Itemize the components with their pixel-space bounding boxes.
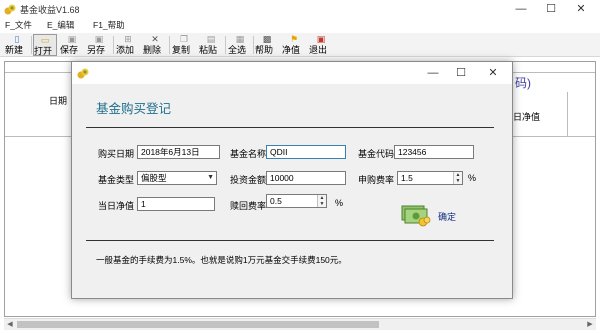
main-titlebar: 基金收益V1.68 — ☐ ✕	[0, 0, 600, 18]
paste-icon: ▤	[206, 34, 216, 44]
help-icon: ▩	[262, 34, 272, 44]
purchase-rate-field[interactable]: 1.5 ▲ ▼	[397, 171, 463, 185]
partial-header-text: 码)	[515, 76, 531, 90]
redeem-rate-label: 赎回费率	[230, 201, 267, 211]
column-header-date[interactable]: 日期	[49, 94, 67, 107]
app-logo-icon	[4, 4, 16, 15]
toolbar-new-label: 新建	[5, 45, 24, 55]
scrollbar-thumb[interactable]	[17, 321, 379, 328]
toolbar-add-button[interactable]: ⊞ 添加	[116, 34, 140, 56]
delete-icon: ✕	[151, 34, 159, 44]
toolbar-new-button[interactable]: ▯ 新建	[5, 34, 29, 56]
column-header-nav[interactable]: 日净值	[513, 110, 540, 123]
toolbar-nav-button[interactable]: ⚑ 净值	[282, 34, 306, 56]
maximize-button[interactable]: ☐	[536, 0, 566, 18]
toolbar-exit-button[interactable]: ▣ 退出	[309, 34, 333, 56]
toolbar-delete-button[interactable]: ✕ 删除	[143, 34, 167, 56]
toolbar-separator	[253, 36, 254, 54]
toolbar-select-all-label: 全选	[228, 45, 247, 55]
confirm-button-label[interactable]: 确定	[438, 210, 456, 223]
buy-date-label: 购买日期	[98, 149, 135, 159]
dialog-maximize-button[interactable]: ☐	[450, 64, 472, 82]
scroll-left-icon[interactable]: ◀	[4, 319, 16, 331]
note-divider	[86, 240, 494, 241]
toolbar-open-button[interactable]: ▭ 打开	[33, 34, 57, 56]
fund-type-select[interactable]: 偏股型 ▼	[137, 171, 217, 185]
nav-field[interactable]: 1	[137, 197, 215, 211]
toolbar-help-button[interactable]: ▩ 帮助	[255, 34, 279, 56]
redeem-rate-value: 0.5	[270, 196, 282, 206]
fund-name-field[interactable]: QDII	[266, 145, 346, 159]
close-button[interactable]: ✕	[566, 0, 596, 18]
menubar: F_文件 E_编辑 F1_帮助	[0, 17, 600, 32]
fee-note: 一般基金的手续费为1.5%。也就是说购1万元基金交手续费150元。	[96, 255, 347, 265]
exit-icon: ▣	[316, 34, 326, 44]
purchase-rate-spinner[interactable]: ▲ ▼	[453, 172, 462, 184]
fund-purchase-dialog: — ☐ ✕ 基金购买登记 购买日期 2018年6月13日 基金名称 QDII 基…	[71, 61, 513, 299]
grid-line	[567, 92, 568, 136]
amount-label: 投资金额	[230, 175, 267, 185]
minimize-button[interactable]: —	[506, 0, 536, 18]
redeem-rate-unit: %	[335, 198, 344, 208]
toolbar-separator	[225, 36, 226, 54]
toolbar-separator	[113, 36, 114, 54]
toolbar-save-as-button[interactable]: ▣ 另存	[87, 34, 111, 56]
flag-icon: ⚑	[289, 34, 299, 44]
add-icon: ⊞	[124, 34, 132, 44]
toolbar-separator	[31, 36, 32, 54]
window-title: 基金收益V1.68	[20, 5, 80, 15]
purchase-rate-unit: %	[468, 173, 477, 183]
fund-type-label: 基金类型	[98, 175, 135, 185]
toolbar-save-label: 保存	[60, 45, 79, 55]
dialog-app-icon	[77, 68, 89, 79]
menu-help[interactable]: F1_帮助	[93, 19, 125, 31]
toolbar-save-as-label: 另存	[87, 45, 106, 55]
amount-field[interactable]: 10000	[266, 171, 346, 185]
fund-type-value: 偏股型	[141, 173, 167, 183]
toolbar-separator	[169, 36, 170, 54]
save-icon: ▣	[67, 34, 77, 44]
toolbar-save-button[interactable]: ▣ 保存	[60, 34, 84, 56]
spin-down-icon[interactable]: ▼	[318, 201, 326, 207]
menu-file[interactable]: F_文件	[5, 19, 32, 31]
fund-code-field[interactable]: 123456	[394, 145, 474, 159]
dialog-titlebar: — ☐ ✕	[72, 62, 512, 84]
open-folder-icon: ▭	[40, 35, 50, 45]
menu-edit[interactable]: E_编辑	[47, 19, 74, 31]
buy-date-field[interactable]: 2018年6月13日	[137, 145, 220, 159]
money-confirm-icon[interactable]	[401, 202, 431, 228]
spin-down-icon[interactable]: ▼	[454, 178, 462, 184]
toolbar-select-all-button[interactable]: ▦ 全选	[228, 34, 252, 56]
horizontal-scrollbar[interactable]: ◀ ▶	[4, 318, 596, 330]
chevron-down-icon: ▼	[207, 174, 214, 181]
toolbar-copy-button[interactable]: ❐ 复制	[172, 34, 196, 56]
toolbar-paste-button[interactable]: ▤ 粘贴	[199, 34, 223, 56]
purchase-rate-label: 申购费率	[358, 175, 395, 185]
fund-code-label: 基金代码	[358, 149, 395, 159]
new-file-icon: ▯	[14, 34, 20, 44]
toolbar-copy-label: 复制	[172, 45, 191, 55]
redeem-rate-field[interactable]: 0.5 ▲ ▼	[266, 194, 327, 208]
dialog-heading: 基金购买登记	[96, 102, 172, 116]
heading-divider	[86, 127, 494, 128]
dialog-minimize-button[interactable]: —	[422, 64, 444, 82]
toolbar: ▯ 新建 ▭ 打开 ▣ 保存 ▣ 另存 ⊞ 添加 ✕ 删除 ❐ 复制 ▤ 粘贴 …	[0, 33, 600, 57]
nav-label: 当日净值	[98, 201, 135, 211]
redeem-rate-spinner[interactable]: ▲ ▼	[317, 195, 326, 207]
scroll-right-icon[interactable]: ▶	[584, 319, 596, 331]
toolbar-paste-label: 粘贴	[199, 45, 218, 55]
toolbar-delete-label: 删除	[143, 45, 162, 55]
toolbar-exit-label: 退出	[309, 45, 328, 55]
purchase-rate-value: 1.5	[401, 173, 413, 183]
toolbar-nav-label: 净值	[282, 45, 301, 55]
dialog-close-button[interactable]: ✕	[482, 64, 504, 82]
select-all-icon: ▦	[235, 34, 245, 44]
toolbar-help-label: 帮助	[255, 45, 274, 55]
copy-icon: ❐	[179, 34, 189, 44]
toolbar-open-label: 打开	[34, 46, 53, 56]
toolbar-add-label: 添加	[116, 45, 135, 55]
save-as-icon: ▣	[94, 34, 104, 44]
fund-name-label: 基金名称	[230, 149, 267, 159]
